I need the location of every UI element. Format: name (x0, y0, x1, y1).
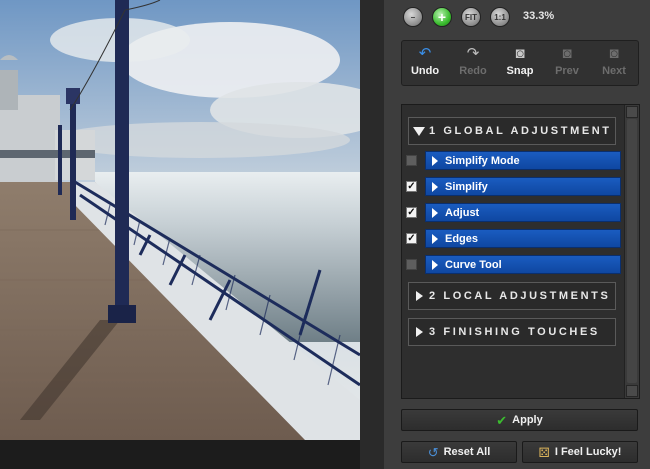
expand-triangle-icon (432, 260, 438, 270)
scroll-thumb[interactable] (627, 119, 637, 383)
adjust-checkbox[interactable]: ✓ (406, 207, 417, 218)
checkmark-icon: ✔ (496, 412, 508, 428)
apply-button[interactable]: ✔ Apply (401, 409, 638, 431)
section-finishing-touches[interactable]: 3 FINISHING TOUCHES (408, 318, 616, 346)
zoom-in-button[interactable]: + (432, 7, 452, 27)
scroll-down-button[interactable] (626, 385, 638, 397)
edges-button[interactable]: Edges (425, 229, 621, 248)
undo-label: Undo (410, 65, 440, 77)
expand-triangle-icon (416, 291, 423, 301)
section-title: 3 FINISHING TOUCHES (429, 326, 600, 338)
undo-icon: ↶ (418, 45, 432, 62)
next-button[interactable]: ◙ Next (593, 45, 635, 83)
list-item-simplify: ✓ Simplify (406, 177, 622, 197)
zoom-level: 33.3% (523, 10, 555, 22)
expand-triangle-icon (432, 208, 438, 218)
i-feel-lucky-button[interactable]: ⚄ I Feel Lucky! (522, 441, 638, 463)
item-label: Simplify (445, 181, 488, 193)
photo-canvas[interactable] (0, 0, 360, 440)
prev-label: Prev (555, 65, 579, 77)
snap-label: Snap (506, 65, 534, 77)
snap-button[interactable]: ◙ Snap (499, 45, 541, 83)
redo-icon: ↷ (466, 45, 480, 62)
expand-triangle-icon (432, 156, 438, 166)
reset-all-button[interactable]: ↺ Reset All (401, 441, 517, 463)
collapse-triangle-icon (413, 127, 425, 136)
scroll-up-button[interactable] (626, 106, 638, 118)
section-title: 1 GLOBAL ADJUSTMENT (429, 125, 612, 137)
list-item-curve-tool: Curve Tool (406, 255, 622, 275)
prev-button[interactable]: ◙ Prev (546, 45, 588, 83)
panel-divider (360, 0, 384, 469)
curve-tool-button[interactable]: Curve Tool (425, 255, 621, 274)
item-label: Edges (445, 233, 479, 245)
section-local-adjustments[interactable]: 2 LOCAL ADJUSTMENTS (408, 282, 616, 310)
simplify-mode-checkbox[interactable] (406, 155, 417, 166)
scrollbar[interactable] (624, 105, 639, 398)
zoom-out-icon: – (410, 12, 416, 22)
undo-button[interactable]: ↶ Undo (404, 45, 446, 83)
actual-size-icon: 1:1 (494, 12, 506, 22)
actual-size-button[interactable]: 1:1 (490, 7, 510, 27)
list-item-simplify-mode: Simplify Mode (406, 151, 622, 171)
adjustments-list: 1 GLOBAL ADJUSTMENT Simplify Mode ✓ Simp… (401, 104, 640, 399)
snapshot-icon: ◙ (515, 45, 525, 62)
expand-triangle-icon (416, 327, 423, 337)
item-label: Curve Tool (445, 259, 502, 271)
item-label: Simplify Mode (445, 155, 520, 167)
next-snapshot-icon: ◙ (609, 45, 619, 62)
section-global-adjustment[interactable]: 1 GLOBAL ADJUSTMENT (408, 117, 616, 145)
fit-button[interactable]: FIT (461, 7, 481, 27)
simplify-button[interactable]: Simplify (425, 177, 621, 196)
expand-triangle-icon (432, 234, 438, 244)
zoom-in-icon: + (437, 9, 447, 25)
simplify-mode-button[interactable]: Simplify Mode (425, 151, 621, 170)
section-title: 2 LOCAL ADJUSTMENTS (429, 290, 611, 302)
list-item-edges: ✓ Edges (406, 229, 622, 249)
prev-snapshot-icon: ◙ (562, 45, 572, 62)
adjust-button[interactable]: Adjust (425, 203, 621, 222)
reset-icon: ↺ (427, 444, 439, 460)
next-label: Next (602, 65, 626, 77)
pier-photo (0, 0, 360, 440)
reset-label: Reset All (443, 446, 491, 458)
simplify-checkbox[interactable]: ✓ (406, 181, 417, 192)
zoom-out-button[interactable]: – (403, 7, 423, 27)
redo-button[interactable]: ↷ Redo (452, 45, 494, 83)
curve-tool-checkbox[interactable] (406, 259, 417, 270)
lucky-label: I Feel Lucky! (554, 446, 622, 458)
fit-icon: FIT (465, 12, 477, 22)
list-item-adjust: ✓ Adjust (406, 203, 622, 223)
item-label: Adjust (445, 207, 480, 219)
dice-icon: ⚄ (538, 444, 550, 460)
redo-label: Redo (459, 65, 487, 77)
apply-label: Apply (512, 414, 543, 426)
history-toolbar: ↶ Undo ↷ Redo ◙ Snap ◙ Prev ◙ Next (401, 40, 639, 86)
expand-triangle-icon (432, 182, 438, 192)
edges-checkbox[interactable]: ✓ (406, 233, 417, 244)
settings-panel: – + FIT 1:1 33.3% ↶ Undo ↷ Redo ◙ Snap ◙… (384, 0, 650, 469)
